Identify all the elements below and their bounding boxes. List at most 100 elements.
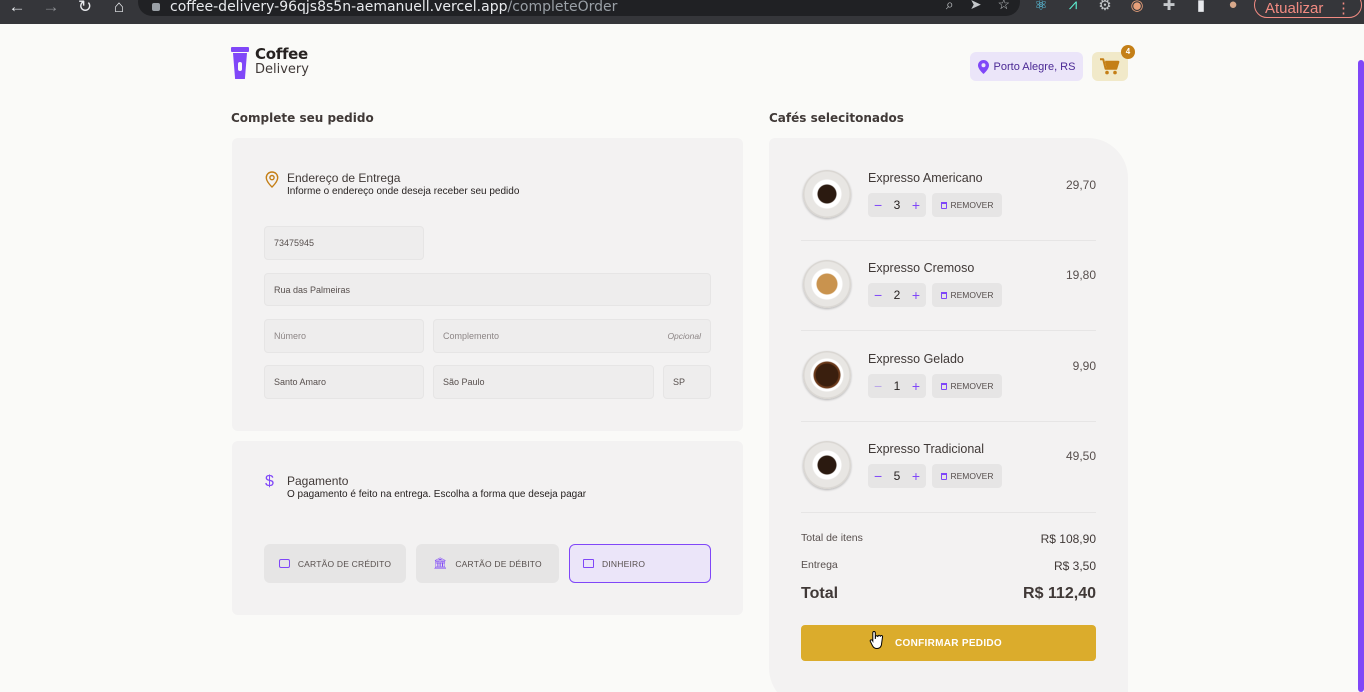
- coffee-cup-logo-icon: [231, 47, 249, 79]
- address-card: Endereço de Entrega Informe o endereço o…: [232, 138, 743, 431]
- map-pin-icon: [977, 59, 989, 74]
- money-icon: [583, 559, 594, 568]
- logo-line2: Delivery: [255, 62, 309, 77]
- back-icon[interactable]: ←: [0, 0, 34, 15]
- owl-extension-icon[interactable]: ◉: [1128, 0, 1146, 14]
- city-input[interactable]: São Paulo: [433, 365, 654, 399]
- plus-icon[interactable]: +: [912, 379, 920, 393]
- trash-icon: [940, 201, 947, 209]
- item-quantity: 1: [893, 379, 901, 393]
- item-quantity: 3: [893, 198, 901, 212]
- url-text: coffee-delivery-96qjs8s5n-aemanuell.verc…: [170, 0, 618, 15]
- update-button[interactable]: Atualizar ⋮: [1254, 0, 1362, 18]
- scrollbar[interactable]: [1358, 60, 1364, 692]
- logo[interactable]: Coffee Delivery: [231, 47, 309, 79]
- total-value: R$ 112,40: [1023, 585, 1096, 602]
- cart-count-badge: 4: [1121, 45, 1135, 59]
- address-subtitle: Informe o endereço onde deseja receber s…: [287, 186, 520, 197]
- order-summary-card: Expresso Americano − 3 + REMOVER 29,70 E…: [769, 138, 1128, 692]
- puzzle-icon[interactable]: ✚: [1160, 0, 1178, 14]
- menu-dots-icon[interactable]: ⋮: [1336, 0, 1351, 17]
- delivery-row: Entrega R$ 3,50: [801, 559, 1096, 573]
- complement-input[interactable]: Complemento Opcional: [433, 319, 711, 353]
- remove-button[interactable]: REMOVER: [932, 374, 1002, 398]
- extension-icon[interactable]: ⩘: [1064, 0, 1082, 14]
- divider: [801, 330, 1096, 331]
- complete-order-title: Complete seu pedido: [231, 111, 374, 125]
- hand-pointer-cursor-icon: [869, 630, 884, 650]
- debit-card-button[interactable]: 🏛 CARTÃO DE DÉBITO: [416, 544, 559, 583]
- payment-title: Pagamento: [287, 474, 349, 488]
- map-pin-outline-icon: [265, 171, 279, 188]
- item-price: 29,70: [1065, 178, 1096, 192]
- zoom-icon[interactable]: ⌕: [946, 0, 954, 13]
- payment-card: $ Pagamento O pagamento é feito na entre…: [232, 441, 743, 615]
- minus-icon[interactable]: −: [874, 469, 882, 483]
- home-icon[interactable]: ⌂: [102, 0, 136, 15]
- item-quantity: 2: [893, 288, 901, 302]
- neighborhood-input[interactable]: Santo Amaro: [264, 365, 424, 399]
- location-text: Porto Alegre, RS: [993, 60, 1076, 73]
- quantity-stepper: − 3 +: [868, 193, 926, 217]
- total-row: Total R$ 112,40: [801, 585, 1096, 603]
- credit-card-icon: [278, 559, 290, 568]
- debit-card-label: CARTÃO DE DÉBITO: [455, 558, 542, 569]
- state-input[interactable]: SP: [663, 365, 711, 399]
- cash-button[interactable]: DINHEIRO: [569, 544, 711, 583]
- react-devtools-icon[interactable]: ⚛: [1032, 0, 1050, 14]
- profile-avatar-icon[interactable]: ●: [1224, 0, 1242, 14]
- coffee-image: [803, 351, 851, 399]
- confirm-order-button[interactable]: CONFIRMAR PEDIDO: [801, 625, 1096, 661]
- item-name: Expresso Cremoso: [868, 261, 975, 275]
- item-price: 19,80: [1065, 268, 1096, 282]
- plus-icon[interactable]: +: [912, 469, 920, 483]
- shopping-cart-icon: [1100, 58, 1120, 75]
- delivery-value: R$ 3,50: [1053, 559, 1096, 573]
- bank-icon: 🏛: [433, 558, 448, 570]
- item-price: 49,50: [1065, 449, 1096, 463]
- cart-item: Expresso Americano − 3 + REMOVER 29,70: [801, 158, 1096, 248]
- cash-label: DINHEIRO: [602, 558, 646, 569]
- remove-button[interactable]: REMOVER: [932, 464, 1002, 488]
- browser-toolbar: ← → ↻ ⌂ coffee-delivery-96qjs8s5n-aemanu…: [0, 0, 1364, 24]
- trash-icon: [940, 291, 947, 299]
- street-input[interactable]: Rua das Palmeiras: [264, 273, 711, 306]
- items-total-row: Total de itens R$ 108,90: [801, 532, 1096, 546]
- location-badge[interactable]: Porto Alegre, RS: [970, 52, 1083, 81]
- gear-extension-icon[interactable]: ⚙: [1096, 0, 1114, 14]
- cart-item: Expresso Cremoso − 2 + REMOVER 19,80: [801, 248, 1096, 338]
- dollar-sign-icon: $: [265, 473, 274, 490]
- bookmark-star-icon[interactable]: ☆: [997, 0, 1010, 13]
- number-input[interactable]: Número: [264, 319, 424, 353]
- plus-icon[interactable]: +: [912, 198, 920, 212]
- selected-coffees-title: Cafés selecitonados: [769, 111, 904, 125]
- remove-button[interactable]: REMOVER: [932, 193, 1002, 217]
- item-name: Expresso Gelado: [868, 352, 964, 366]
- divider: [801, 240, 1096, 241]
- address-bar[interactable]: coffee-delivery-96qjs8s5n-aemanuell.verc…: [138, 0, 1020, 16]
- quantity-stepper: − 2 +: [868, 283, 926, 307]
- coffee-image: [803, 260, 851, 308]
- credit-card-button[interactable]: CARTÃO DE CRÉDITO: [264, 544, 406, 583]
- logo-line1: Coffee: [255, 45, 308, 63]
- coffee-image: [803, 170, 851, 218]
- cart-item: Expresso Gelado − 1 + REMOVER 9,90: [801, 339, 1096, 429]
- total-label: Total: [801, 585, 839, 602]
- reload-icon[interactable]: ↻: [68, 0, 102, 15]
- share-icon[interactable]: ➤: [970, 0, 982, 13]
- sidepanel-icon[interactable]: ▮: [1192, 0, 1210, 14]
- minus-icon[interactable]: −: [874, 379, 882, 393]
- optional-hint: Opcional: [667, 331, 701, 341]
- quantity-stepper: − 5 +: [868, 464, 926, 488]
- divider: [801, 421, 1096, 422]
- plus-icon[interactable]: +: [912, 288, 920, 302]
- divider: [801, 512, 1096, 513]
- trash-icon: [940, 382, 947, 390]
- minus-icon[interactable]: −: [874, 198, 882, 212]
- item-name: Expresso Americano: [868, 171, 983, 185]
- items-total-label: Total de itens: [801, 532, 863, 544]
- forward-icon[interactable]: →: [34, 0, 68, 15]
- remove-button[interactable]: REMOVER: [932, 283, 1002, 307]
- minus-icon[interactable]: −: [874, 288, 882, 302]
- cep-input[interactable]: 73475945: [264, 226, 424, 260]
